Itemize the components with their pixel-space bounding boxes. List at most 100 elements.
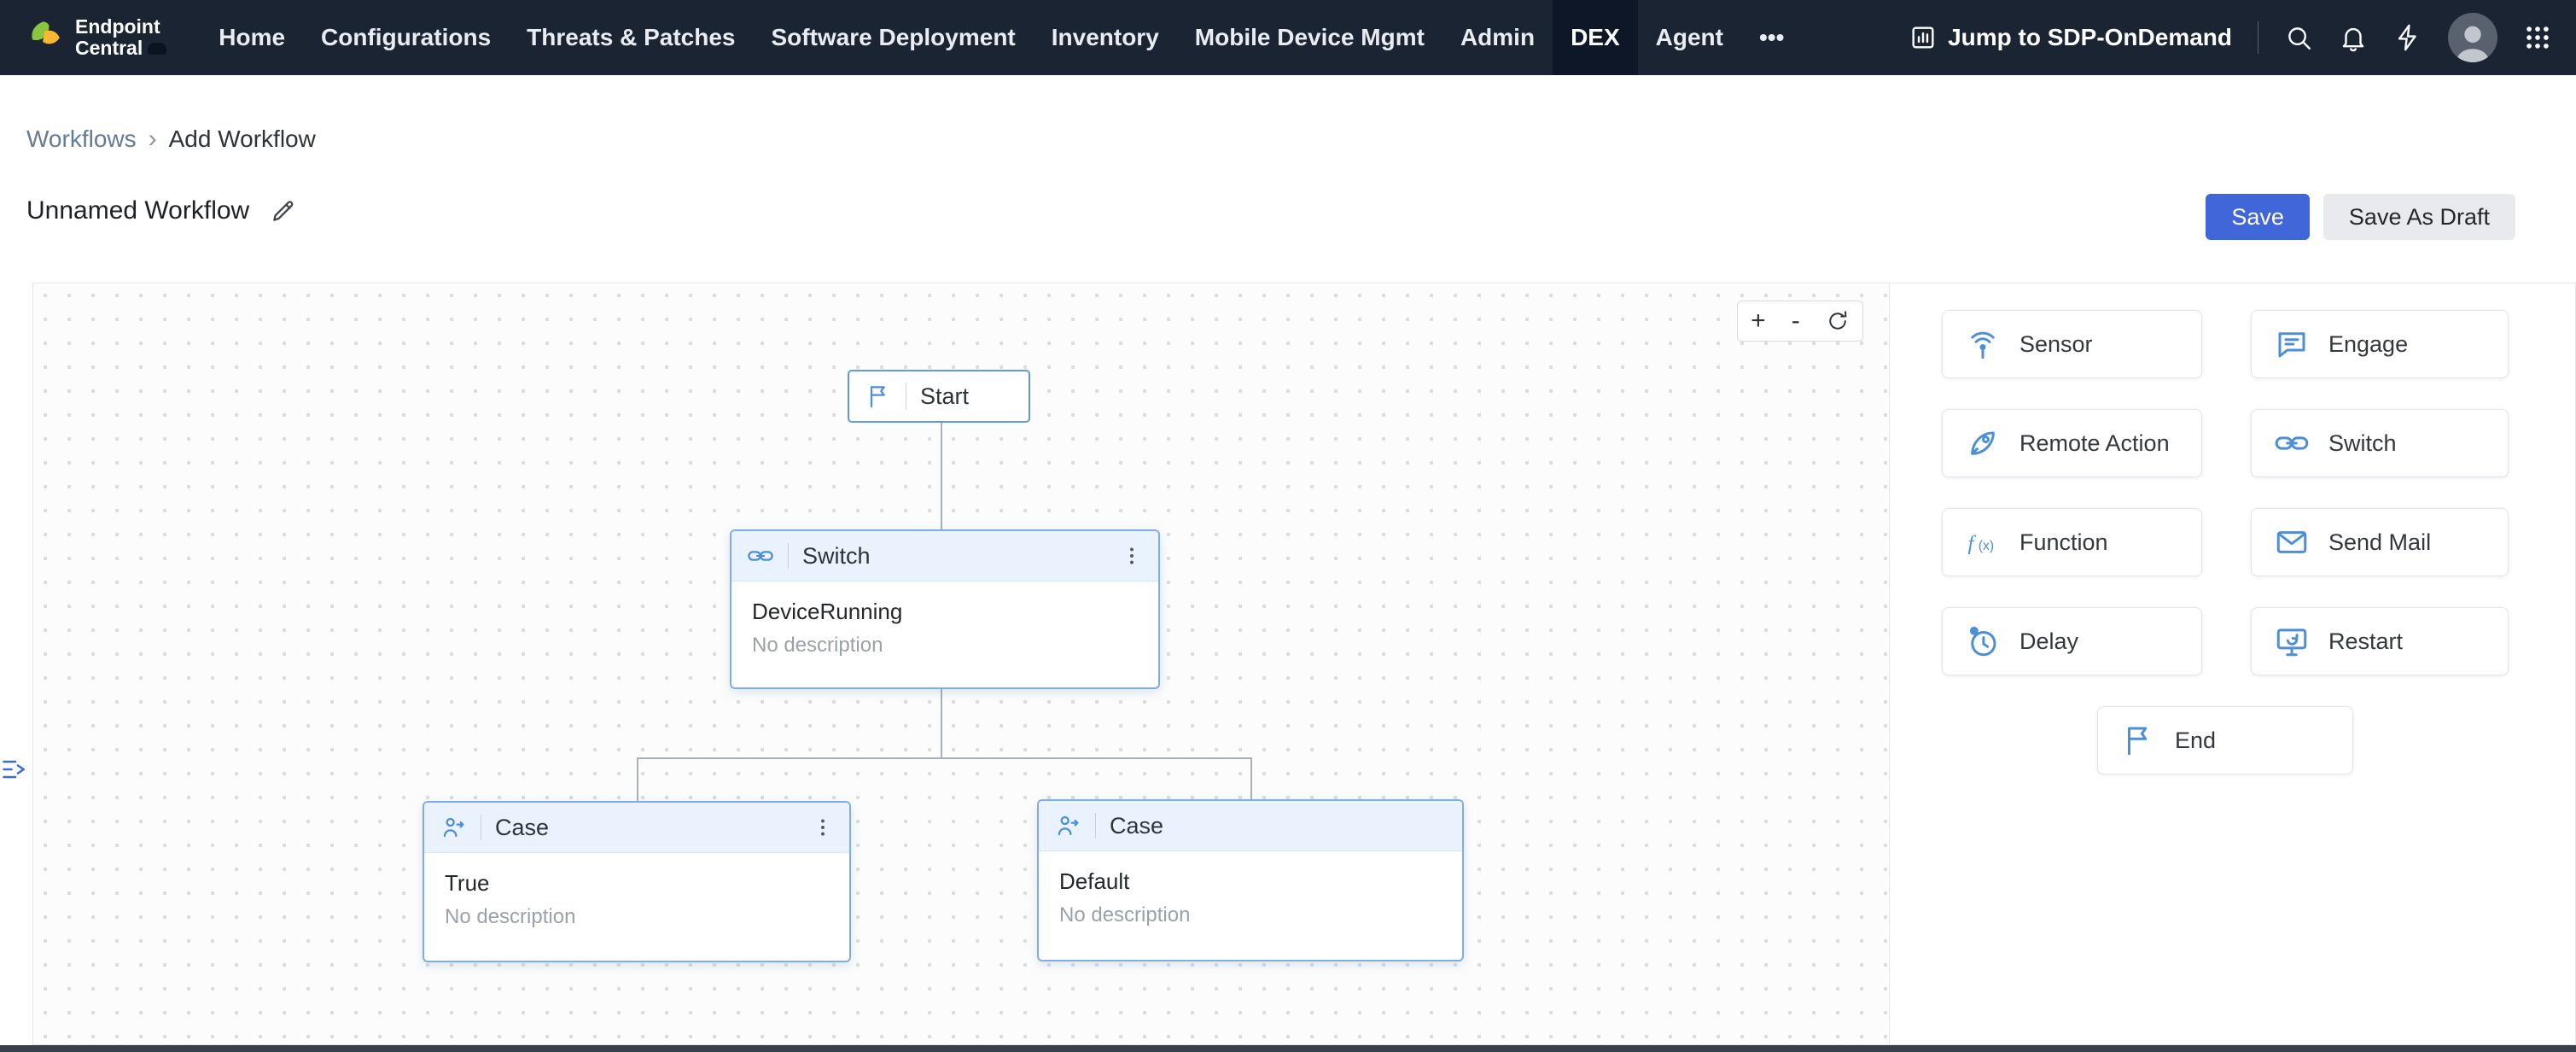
switch-icon [747,542,774,570]
case-icon [440,814,467,841]
breadcrumb-separator: › [149,125,157,154]
engage-icon [2274,326,2310,362]
save-button[interactable]: Save [2206,194,2310,240]
jump-to-sdp-link[interactable]: Jump to SDP-OnDemand [1909,23,2232,52]
switch-icon [2274,425,2310,461]
node-body: DeviceRunning No description [731,582,1158,675]
palette-item-function[interactable]: f (x) Function [1942,508,2202,576]
search-icon[interactable] [2284,23,2313,52]
logo-text: Endpoint Central [75,16,166,60]
case-icon [1054,812,1081,839]
node-switch[interactable]: Switch DeviceRunning No description [730,529,1160,689]
workflow-canvas[interactable]: + - Start Switch [33,283,1889,1044]
page-title: Unnamed Workflow [26,196,249,225]
nav-item-dex[interactable]: DEX [1553,0,1638,75]
node-case-true[interactable]: Case True No description [423,801,851,962]
avatar[interactable] [2448,13,2497,62]
palette-item-label: Remote Action [2019,430,2170,457]
nav-item-configurations[interactable]: Configurations [303,0,509,75]
palette-item-label: Sensor [2019,331,2093,358]
connector-branch-right [1250,757,1252,800]
topbar-right-cluster: Jump to SDP-OnDemand [1909,0,2576,75]
end-icon [2120,722,2156,758]
app-logo[interactable]: Endpoint Central [22,0,166,75]
nav-item-threats-patches[interactable]: Threats & Patches [509,0,753,75]
logo-leaf-icon [22,16,65,59]
restart-icon [2274,623,2310,659]
palette-item-label: Send Mail [2328,529,2431,556]
palette-item-switch[interactable]: Switch [2251,409,2509,477]
connector-start-switch [941,423,942,530]
node-header: Case [1039,801,1462,851]
delay-icon [1965,623,2001,659]
node-body: True No description [424,853,849,946]
palette-item-end[interactable]: End [2097,706,2353,774]
node-body: Default No description [1039,851,1462,944]
function-icon: f (x) [1965,524,2001,560]
palette-item-engage[interactable]: Engage [2251,310,2509,378]
expand-panel-icon [0,754,31,785]
kebab-menu-icon[interactable] [812,815,834,840]
palette-item-delay[interactable]: Delay [1942,607,2202,675]
topbar: Endpoint Central Home Configurations Thr… [0,0,2576,75]
case-true-node-title: Case [495,815,549,841]
logo-cloud-icon [148,43,166,55]
nav-item-software-deployment[interactable]: Software Deployment [753,0,1033,75]
switch-node-description: No description [752,634,1138,658]
zoom-in-button[interactable]: + [1751,308,1766,334]
zoom-out-button[interactable]: - [1792,308,1800,334]
svg-text:(x): (x) [1979,539,1994,553]
breadcrumb-workflows[interactable]: Workflows [26,126,137,153]
connector-switch-branch [941,689,942,757]
workspace: + - Start Switch [32,283,2576,1045]
bell-icon[interactable] [2339,23,2368,52]
workflow-title-row: Unnamed Workflow [26,196,297,225]
send-mail-icon [2274,524,2310,560]
palette-item-remote-action[interactable]: Remote Action [1942,409,2202,477]
palette-item-label: Function [2019,529,2108,556]
apps-grid-icon[interactable] [2523,23,2552,52]
title-actions: Save Save As Draft [2206,194,2515,240]
palette-item-label: End [2175,728,2216,754]
bottom-edge-strip [0,1045,2576,1052]
palette-item-label: Restart [2328,628,2403,655]
panel-toggle-button[interactable] [0,748,38,791]
breadcrumb-add-workflow: Add Workflow [169,126,316,153]
main-nav: Home Configurations Threats & Patches So… [201,0,1802,75]
palette-item-sensor[interactable]: Sensor [1942,310,2202,378]
lightning-icon[interactable] [2393,23,2422,52]
pencil-icon[interactable] [270,197,297,225]
sdp-app-icon [1909,23,1938,52]
palette-item-label: Switch [2328,430,2397,457]
node-header-divider [788,543,789,569]
breadcrumb: Workflows › Add Workflow [26,125,316,154]
flag-icon [865,383,892,410]
nav-item-agent[interactable]: Agent [1638,0,1741,75]
save-as-draft-button[interactable]: Save As Draft [2323,194,2515,240]
connector-branch-horizontal [637,757,1252,759]
remote-action-icon [1965,425,2001,461]
nav-item-home[interactable]: Home [201,0,303,75]
node-start[interactable]: Start [848,370,1030,423]
nav-more-menu[interactable]: ••• [1741,0,1802,75]
palette-item-send-mail[interactable]: Send Mail [2251,508,2509,576]
refresh-icon[interactable] [1826,309,1850,333]
node-header-divider [1095,813,1096,839]
switch-node-name: DeviceRunning [752,599,1138,625]
svg-text:f: f [1968,532,1977,555]
nav-item-mobile-device-mgmt[interactable]: Mobile Device Mgmt [1177,0,1442,75]
palette-item-label: Delay [2019,628,2078,655]
node-palette: Sensor Engage Remote Action Switch f (x) [1889,283,2575,1044]
node-case-default[interactable]: Case Default No description [1037,799,1464,961]
case-true-node-description: No description [445,905,829,929]
case-default-node-description: No description [1059,903,1442,927]
start-node-label: Start [920,383,969,410]
sensor-icon [1965,326,2001,362]
zoom-controls: + - [1737,301,1863,342]
avatar-person-icon [2448,18,2497,62]
nav-item-admin[interactable]: Admin [1442,0,1553,75]
node-header: Case [424,803,849,853]
palette-item-restart[interactable]: Restart [2251,607,2509,675]
kebab-menu-icon[interactable] [1121,543,1143,569]
nav-item-inventory[interactable]: Inventory [1034,0,1177,75]
